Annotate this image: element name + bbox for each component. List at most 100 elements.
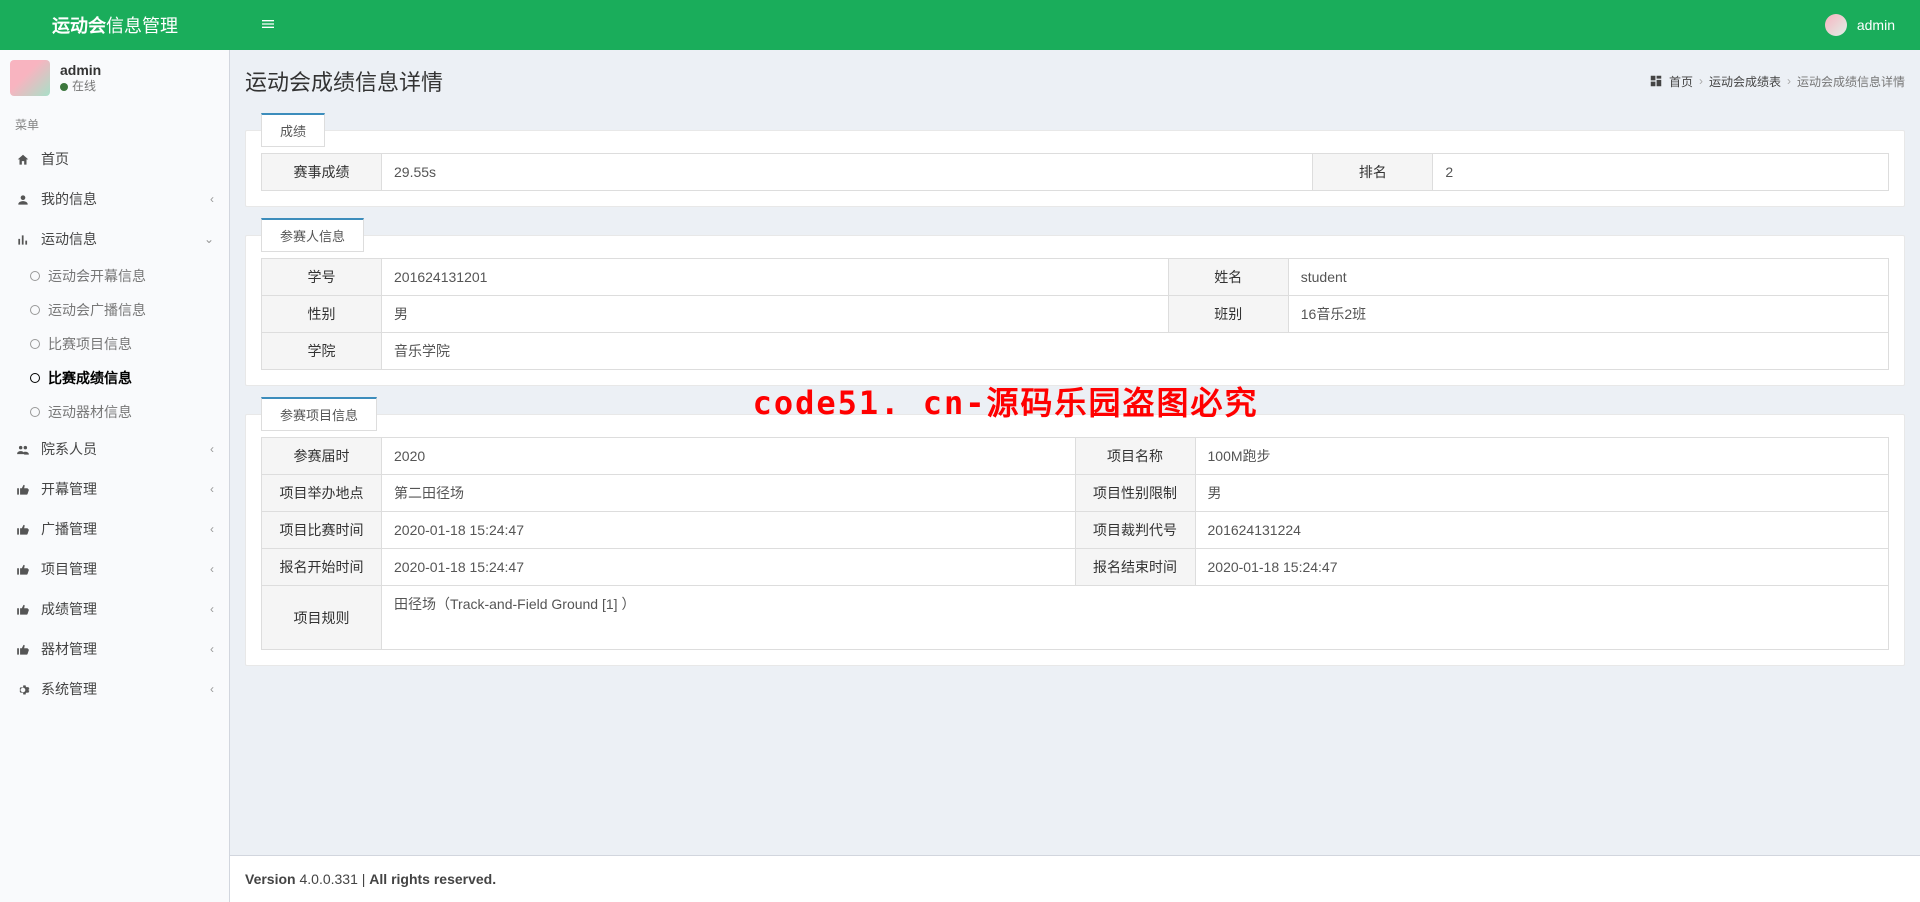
event-box: 参赛项目信息 参赛届时 2020 项目名称 100M跑步 项目举办地点	[245, 414, 1905, 666]
rules-label: 项目规则	[262, 586, 382, 650]
sidebar-header: 菜单	[0, 106, 229, 139]
participant-box: 参赛人信息 学号 201624131201 姓名 student 性别	[245, 235, 1905, 386]
referee-label: 项目裁判代号	[1075, 512, 1195, 549]
subnav-broadcast-info[interactable]: 运动会广播信息	[0, 293, 229, 327]
circle-icon	[30, 305, 40, 315]
user-icon	[15, 191, 31, 207]
score-box: 成绩 赛事成绩 29.55s 排名 2	[245, 130, 1905, 207]
thumbs-up-icon	[15, 601, 31, 617]
gear-icon	[15, 681, 31, 697]
gender-value: 男	[382, 296, 1169, 333]
nav-project-mgmt[interactable]: 项目管理‹	[0, 549, 229, 589]
main-header: 运动会信息管理 admin	[0, 0, 1920, 50]
rank-value: 2	[1433, 154, 1889, 191]
user-panel: admin 在线	[0, 50, 229, 106]
subnav-opening-info[interactable]: 运动会开幕信息	[0, 259, 229, 293]
sidebar-menu: 首页 我的信息‹ 运动信息⌄ 运动会开幕信息 运动会广播信息 比赛项目信息 比赛…	[0, 139, 229, 709]
top-navbar: admin	[230, 6, 1920, 45]
rules-value: 田径场（Track-and-Field Ground [1] ）	[382, 586, 1889, 650]
subnav-project-info[interactable]: 比赛项目信息	[0, 327, 229, 361]
college-value: 音乐学院	[382, 333, 1889, 370]
chevron-left-icon: ‹	[210, 522, 214, 536]
nav-home[interactable]: 首页	[0, 139, 229, 179]
table-row: 项目比赛时间 2020-01-18 15:24:47 项目裁判代号 201624…	[262, 512, 1889, 549]
page-title: 运动会成绩信息详情	[245, 65, 443, 97]
sidebar: admin 在线 菜单 首页 我的信息‹ 运动信息⌄ 运动会开幕信息 运动会广播…	[0, 50, 230, 902]
event-table: 参赛届时 2020 项目名称 100M跑步 项目举办地点 第二田径场 项目性别限…	[261, 437, 1889, 650]
nav-equipment-mgmt[interactable]: 器材管理‹	[0, 629, 229, 669]
chevron-left-icon: ‹	[210, 482, 214, 496]
home-icon	[15, 151, 31, 167]
event-name-value: 100M跑步	[1195, 438, 1889, 475]
table-row: 学号 201624131201 姓名 student	[262, 259, 1889, 296]
gender-limit-value: 男	[1195, 475, 1889, 512]
chevron-left-icon: ‹	[210, 602, 214, 616]
chevron-left-icon: ‹	[210, 442, 214, 456]
chart-icon	[15, 231, 31, 247]
thumbs-up-icon	[15, 561, 31, 577]
table-row: 性别 男 班别 16音乐2班	[262, 296, 1889, 333]
class-label: 班别	[1168, 296, 1288, 333]
sidebar-toggle-button[interactable]	[245, 6, 291, 45]
event-name-label: 项目名称	[1075, 438, 1195, 475]
nav-system-mgmt[interactable]: 系统管理‹	[0, 669, 229, 709]
reg-end-label: 报名结束时间	[1075, 549, 1195, 586]
topbar-username: admin	[1857, 17, 1895, 33]
reg-start-value: 2020-01-18 15:24:47	[382, 549, 1076, 586]
name-label: 姓名	[1168, 259, 1288, 296]
circle-icon	[30, 339, 40, 349]
participant-tab: 参赛人信息	[261, 218, 364, 252]
result-label: 赛事成绩	[262, 154, 382, 191]
rank-label: 排名	[1313, 154, 1433, 191]
result-value: 29.55s	[382, 154, 1313, 191]
logo[interactable]: 运动会信息管理	[0, 0, 230, 50]
event-tab: 参赛项目信息	[261, 397, 377, 431]
sid-value: 201624131201	[382, 259, 1169, 296]
subnav-score-info[interactable]: 比赛成绩信息	[0, 361, 229, 395]
session-value: 2020	[382, 438, 1076, 475]
chevron-left-icon: ‹	[210, 192, 214, 206]
thumbs-up-icon	[15, 521, 31, 537]
participant-table: 学号 201624131201 姓名 student 性别 男 班别 16音乐2…	[261, 258, 1889, 370]
breadcrumb: 首页 ›运动会成绩表 ›运动会成绩信息详情	[1649, 73, 1905, 90]
venue-label: 项目举办地点	[262, 475, 382, 512]
match-time-label: 项目比赛时间	[262, 512, 382, 549]
nav-my-info[interactable]: 我的信息‹	[0, 179, 229, 219]
gender-limit-label: 项目性别限制	[1075, 475, 1195, 512]
thumbs-up-icon	[15, 481, 31, 497]
nav-sport-submenu: 运动会开幕信息 运动会广播信息 比赛项目信息 比赛成绩信息 运动器材信息	[0, 259, 229, 429]
table-row: 学院 音乐学院	[262, 333, 1889, 370]
hamburger-icon	[260, 16, 276, 32]
subnav-equipment-info[interactable]: 运动器材信息	[0, 395, 229, 429]
nav-opening-mgmt[interactable]: 开幕管理‹	[0, 469, 229, 509]
table-row: 参赛届时 2020 项目名称 100M跑步	[262, 438, 1889, 475]
score-tab: 成绩	[261, 113, 325, 147]
circle-icon	[30, 373, 40, 383]
nav-dept-people[interactable]: 院系人员‹	[0, 429, 229, 469]
content: 成绩 赛事成绩 29.55s 排名 2 参赛人信息	[230, 97, 1920, 855]
score-table: 赛事成绩 29.55s 排名 2	[261, 153, 1889, 191]
breadcrumb-home[interactable]: 首页	[1669, 73, 1693, 90]
referee-value: 201624131224	[1195, 512, 1889, 549]
avatar-icon	[1825, 14, 1847, 36]
nav-score-mgmt[interactable]: 成绩管理‹	[0, 589, 229, 629]
user-avatar-icon	[10, 60, 50, 96]
table-row: 项目规则 田径场（Track-and-Field Ground [1] ）	[262, 586, 1889, 650]
match-time-value: 2020-01-18 15:24:47	[382, 512, 1076, 549]
venue-value: 第二田径场	[382, 475, 1076, 512]
nav-sport-info[interactable]: 运动信息⌄	[0, 219, 229, 259]
user-status: 在线	[60, 79, 101, 95]
breadcrumb-current: 运动会成绩信息详情	[1797, 73, 1905, 90]
circle-icon	[30, 271, 40, 281]
dashboard-icon	[1649, 74, 1663, 88]
college-label: 学院	[262, 333, 382, 370]
user-panel-name: admin	[60, 61, 101, 79]
nav-broadcast-mgmt[interactable]: 广播管理‹	[0, 509, 229, 549]
navbar-user[interactable]: admin	[1825, 14, 1905, 36]
chevron-left-icon: ‹	[210, 682, 214, 696]
reg-end-value: 2020-01-18 15:24:47	[1195, 549, 1889, 586]
chevron-left-icon: ‹	[210, 562, 214, 576]
table-row: 报名开始时间 2020-01-18 15:24:47 报名结束时间 2020-0…	[262, 549, 1889, 586]
table-row: 赛事成绩 29.55s 排名 2	[262, 154, 1889, 191]
breadcrumb-list[interactable]: 运动会成绩表	[1709, 73, 1781, 90]
